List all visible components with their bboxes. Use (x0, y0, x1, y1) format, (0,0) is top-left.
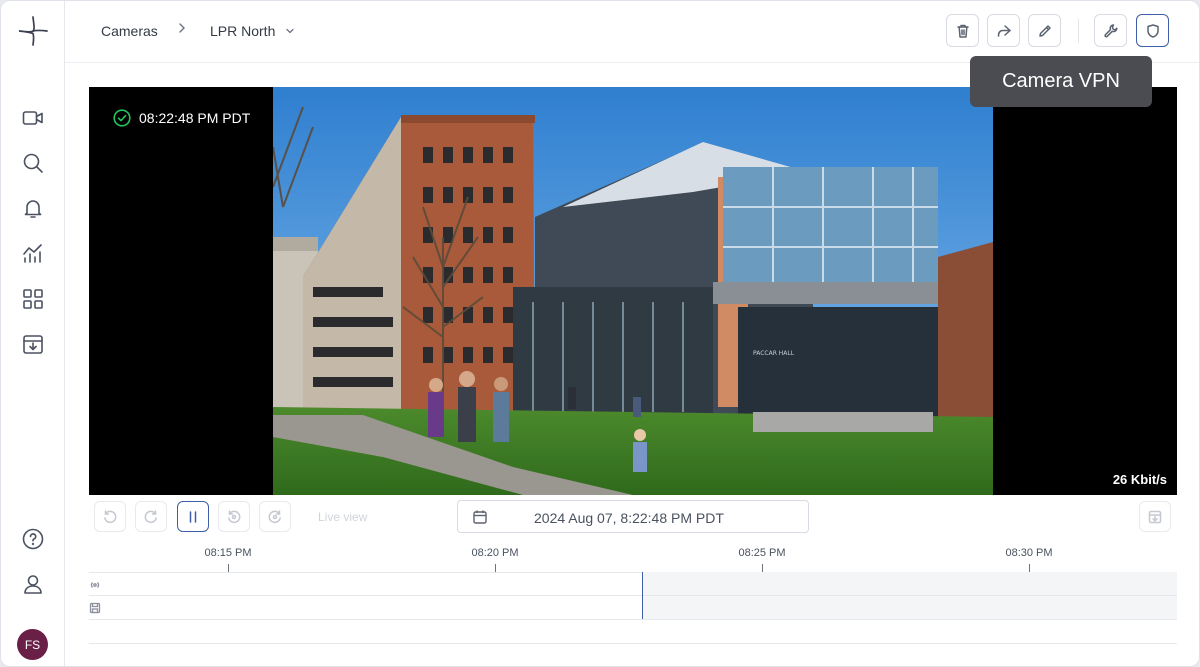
toolbar-divider (1078, 19, 1079, 43)
tick-mark (495, 564, 496, 572)
share-button[interactable] (987, 14, 1020, 47)
trash-icon (956, 24, 969, 38)
pause-button[interactable] (177, 501, 209, 532)
timeline[interactable]: 08:15 PM 08:20 PM 08:25 PM 08:30 PM (89, 539, 1177, 649)
pause-icon (189, 510, 197, 523)
settings-button[interactable] (1094, 14, 1127, 47)
check-circle-icon (113, 109, 131, 127)
timeline-divider (89, 643, 1177, 644)
bitrate-label: 26 Kbit/s (1112, 472, 1167, 487)
live-view-button[interactable]: Live view (318, 510, 367, 524)
tick-mark (1029, 564, 1030, 572)
tick-mark (762, 564, 763, 572)
datetime-picker[interactable]: 2024 Aug 07, 8:22:48 PM PDT (457, 500, 809, 533)
wrench-icon (1103, 23, 1118, 37)
skip-forward-button[interactable] (259, 501, 291, 532)
forward-button[interactable] (135, 501, 167, 532)
playback-controls: Live view 2024 Aug 07, 8:22:48 PM PDT (89, 495, 1177, 539)
datetime-value: 2024 Aug 07, 8:22:48 PM PDT (534, 510, 724, 526)
download-icon (1148, 510, 1162, 523)
top-bar: Cameras LPR North (65, 1, 1199, 63)
breadcrumb-current[interactable]: LPR North (210, 23, 275, 39)
sidebar: FS (1, 1, 65, 666)
chevron-right-icon (177, 21, 187, 38)
analytics-icon[interactable] (19, 239, 47, 267)
breadcrumb-cameras[interactable]: Cameras (101, 23, 158, 39)
app-window: FS Cameras LPR North Camera VPN 08:22:48… (0, 0, 1200, 667)
search-icon[interactable] (19, 149, 47, 177)
timeline-divider (89, 595, 1177, 596)
tick-label: 08:15 PM (204, 547, 252, 559)
pencil-icon (1038, 24, 1051, 37)
grid-icon[interactable] (19, 285, 47, 313)
edit-button[interactable] (1028, 14, 1061, 47)
archive-icon[interactable] (19, 330, 47, 358)
avatar-initials: FS (24, 637, 41, 652)
chevron-down-icon[interactable] (285, 23, 295, 41)
brand-logo-icon[interactable] (17, 15, 49, 47)
recording-storage-icon (89, 601, 101, 614)
skip-back-icon (228, 509, 241, 523)
skip-forward-icon (268, 509, 281, 523)
timeline-playhead[interactable] (642, 572, 643, 619)
share-icon (997, 24, 1011, 37)
delete-button[interactable] (946, 14, 979, 47)
camera-icon[interactable] (19, 104, 47, 132)
building-sign: PACCAR HALL (753, 350, 795, 357)
tick-label: 08:20 PM (471, 547, 519, 559)
avatar[interactable]: FS (17, 629, 48, 660)
rewind-icon (104, 509, 117, 523)
tick-label: 08:30 PM (1005, 547, 1053, 559)
tick-label: 08:25 PM (738, 547, 786, 559)
rewind-button[interactable] (94, 501, 126, 532)
live-signal-icon (89, 578, 101, 590)
timeline-divider (89, 619, 1177, 620)
skip-back-button[interactable] (218, 501, 250, 532)
tick-mark (228, 564, 229, 572)
video-player[interactable]: 08:22:48 PM PDT PACCAR HALL 26 Kbit/s (89, 87, 1177, 495)
forward-icon (144, 509, 157, 523)
help-icon[interactable] (19, 525, 47, 553)
timestamp-text: 08:22:48 PM PDT (139, 110, 251, 126)
shield-icon (1146, 23, 1159, 38)
camera-feed-image: PACCAR HALL (273, 87, 993, 495)
bell-icon[interactable] (19, 194, 47, 222)
download-button[interactable] (1139, 501, 1171, 532)
live-timestamp: 08:22:48 PM PDT (113, 109, 250, 127)
camera-vpn-tooltip: Camera VPN (970, 56, 1152, 107)
calendar-icon (472, 509, 488, 530)
camera-vpn-button[interactable] (1136, 14, 1169, 47)
user-icon[interactable] (19, 570, 47, 598)
